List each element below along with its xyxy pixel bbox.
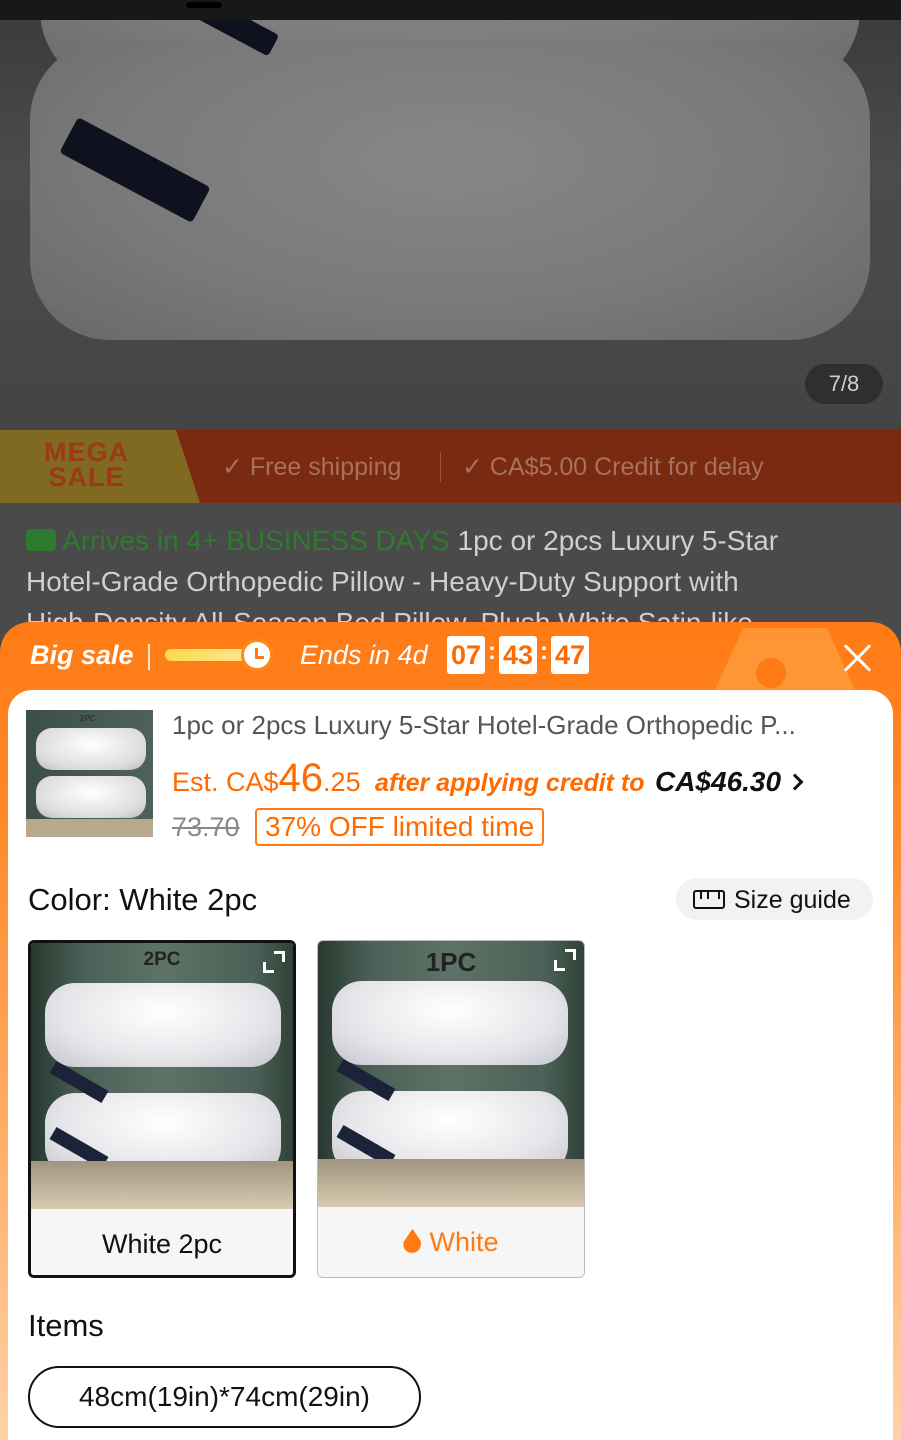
thumb-pillow: [36, 776, 146, 818]
credit-price[interactable]: CA$46.30: [655, 766, 781, 797]
clock-icon: [241, 639, 273, 671]
discount-badge: 37% OFF limited time: [255, 808, 545, 846]
sale-label: SALE: [48, 462, 125, 492]
expand-icon[interactable]: [554, 949, 576, 971]
fire-icon: [403, 1228, 422, 1253]
variant-image: 2PC: [31, 943, 293, 1209]
product-image-gallery[interactable]: 7/8: [0, 0, 901, 430]
countdown-colon: :: [540, 638, 548, 665]
variant-white[interactable]: 1PC White: [317, 940, 585, 1278]
items-label: Items: [28, 1308, 104, 1343]
price-line: Est. CA$46.25 after applying credit to C…: [172, 756, 804, 801]
countdown-hours: 07: [447, 636, 485, 674]
size-guide-button[interactable]: Size guide: [676, 878, 873, 920]
big-sale-label: Big sale: [30, 640, 134, 670]
product-title: 1pc or 2pcs Luxury 5-Star Hotel-Grade Or…: [172, 710, 796, 740]
product-thumbnail[interactable]: 2PC: [26, 710, 153, 837]
big-sale-bar: Big sale Ends in 4d 07 : 43 : 47: [0, 622, 901, 690]
decorative-bag-shape: [715, 628, 855, 690]
countdown-colon: :: [488, 638, 496, 665]
expand-icon[interactable]: [263, 951, 285, 973]
size-guide-label: Size guide: [734, 886, 851, 914]
sku-card: 2PC 1pc or 2pcs Luxury 5-Star Hotel-Grad…: [8, 690, 893, 1440]
color-label: Color: White 2pc: [28, 882, 258, 917]
size-option-48x74[interactable]: 48cm(19in)*74cm(29in): [28, 1366, 421, 1428]
variant-pillow: [332, 981, 568, 1065]
truck-icon: [26, 528, 56, 551]
ends-in-label: Ends in 4d: [300, 640, 428, 670]
variant-top-label: 1PC: [425, 947, 477, 977]
mega-sale-text: MEGA SALE: [44, 439, 129, 492]
est-price-decimal: .25: [323, 767, 361, 797]
ruler-icon: [693, 890, 725, 909]
credit-delay-perk: ✓ CA$5.00 Credit for delay: [462, 453, 764, 481]
overlay-dim: [0, 0, 901, 430]
after-credit-label: after applying credit to: [375, 769, 645, 797]
sale-divider: [148, 644, 150, 670]
thumb-label: 2PC: [80, 714, 96, 723]
est-price-whole: 46: [278, 756, 324, 800]
variant-base: [318, 1159, 584, 1207]
variant-pillow: [45, 983, 281, 1067]
variant-name: White: [318, 1207, 584, 1277]
decorative-dot: [756, 658, 786, 688]
thumb-base: [26, 819, 153, 837]
variant-top-label: 2PC: [143, 949, 181, 970]
close-icon[interactable]: [838, 638, 878, 678]
original-price: 73.70: [172, 812, 240, 842]
variant-image: 1PC: [318, 941, 584, 1207]
est-price-prefix: Est. CA$: [172, 767, 279, 797]
title-text: 1pc or 2pcs Luxury 5-Star: [457, 525, 779, 556]
title-line-2: Hotel-Grade Orthopedic Pillow - Heavy-Du…: [26, 566, 739, 597]
perk-divider: [440, 452, 441, 482]
sku-bottom-sheet: Big sale Ends in 4d 07 : 43 : 47 2PC 1pc…: [0, 622, 901, 1440]
variant-name-text: White: [429, 1227, 499, 1257]
promo-strip: MEGA SALE ✓ Free shipping ✓ CA$5.00 Cred…: [0, 430, 901, 503]
image-counter: 7/8: [805, 364, 883, 404]
variant-white-2pc[interactable]: 2PC White 2pc: [28, 940, 296, 1278]
thumb-pillow: [36, 728, 146, 770]
arrives-label: Arrives in 4+ BUSINESS DAYS: [62, 525, 450, 556]
chevron-right-icon[interactable]: [786, 773, 804, 791]
free-shipping-perk: ✓ Free shipping: [222, 453, 402, 481]
countdown-minutes: 43: [499, 636, 537, 674]
variant-base: [31, 1161, 293, 1209]
variant-name: White 2pc: [31, 1209, 293, 1275]
title-line-1: Arrives in 4+ BUSINESS DAYS 1pc or 2pcs …: [26, 525, 778, 557]
countdown-seconds: 47: [551, 636, 589, 674]
